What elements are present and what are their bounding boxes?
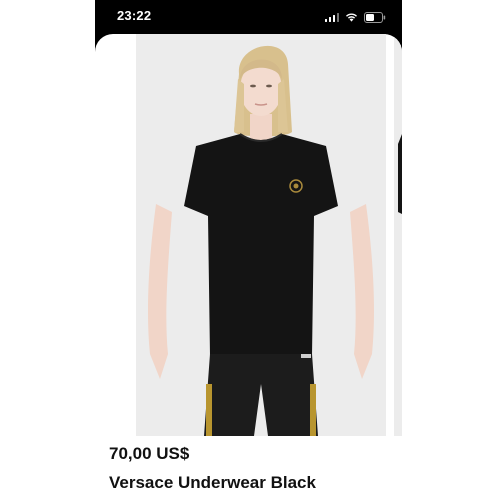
model-wearing-tshirt-image (136, 34, 386, 436)
wifi-icon (345, 12, 358, 22)
battery-icon (364, 11, 386, 23)
phone-screen: 23:22 70,00 US$ Versace Underwear Black (95, 0, 402, 497)
product-price: 70,00 US$ (109, 444, 190, 463)
product-sheet: 70,00 US$ Versace Underwear Black (95, 34, 402, 497)
status-time: 23:22 (117, 8, 152, 23)
product-image[interactable] (136, 34, 386, 436)
next-product-image-peek[interactable] (394, 34, 402, 436)
status-bar: 23:22 (95, 0, 402, 34)
signal-icon (324, 12, 339, 22)
next-image-preview (394, 34, 402, 436)
status-icons (324, 10, 387, 24)
product-image-carousel[interactable] (95, 34, 402, 436)
product-title[interactable]: Versace Underwear Black (109, 473, 316, 493)
screenshot-canvas: 23:22 70,00 US$ Versace Underwear Black (0, 0, 497, 497)
